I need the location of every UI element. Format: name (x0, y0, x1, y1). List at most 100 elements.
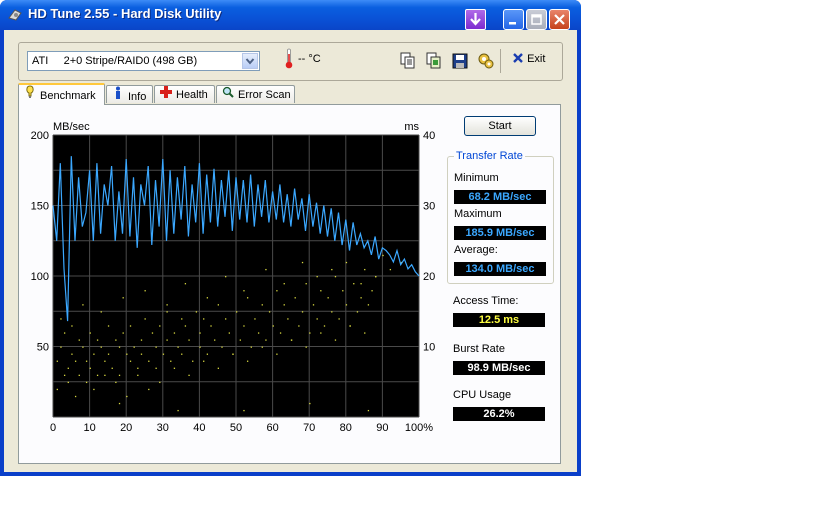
chart-access-point (118, 346, 121, 348)
chart-left-tick-label: 100 (31, 271, 49, 283)
chart-access-point (334, 339, 337, 341)
copy-icon[interactable] (398, 51, 418, 71)
chart-access-point (276, 290, 278, 292)
chart-access-point (89, 367, 91, 369)
chart-access-point (71, 353, 73, 355)
chart-access-point (140, 353, 143, 355)
chart-access-point (265, 268, 267, 271)
copy-all-icon[interactable] (424, 51, 444, 71)
transfer-rate-group: Transfer Rate Minimum 68.2 MB/sec Maximu… (447, 150, 554, 284)
tab-error-scan[interactable]: Error Scan (216, 85, 295, 103)
chart-access-point (166, 311, 168, 313)
close-button[interactable] (549, 9, 570, 30)
chart-access-point (254, 318, 256, 320)
average-label: Average: (454, 244, 498, 256)
chart-access-point (82, 346, 84, 348)
chart-access-point (298, 325, 300, 327)
title-bar[interactable]: HD Tune 2.55 - Hard Disk Utility (0, 0, 581, 30)
chart-access-point (261, 304, 263, 306)
chart-access-point (181, 318, 183, 320)
benchmark-page: MB/sec ms 200 150 100 50 40 30 20 10 0 10 20 30 40 50 60… (18, 104, 561, 464)
chart-access-point (63, 374, 66, 376)
minimum-label: Minimum (454, 172, 499, 184)
chart-access-point (107, 353, 110, 355)
tab-info[interactable]: Info (106, 85, 153, 103)
chart-access-point (320, 290, 322, 292)
chart-access-point (375, 276, 377, 278)
chart-access-point (199, 346, 201, 348)
chart-access-point (140, 339, 143, 341)
options-icon[interactable] (476, 51, 496, 71)
start-button[interactable]: Start (464, 116, 536, 136)
tab-benchmark[interactable]: Benchmark (18, 83, 105, 105)
chart-right-tick-label: 10 (423, 342, 435, 354)
chart-access-point (272, 325, 274, 327)
tab-health[interactable]: Health (154, 85, 215, 103)
maximize-button[interactable] (526, 9, 547, 30)
thermometer-icon (285, 48, 293, 69)
chart-access-point (268, 311, 271, 313)
chart-x-tick-label: 100% (405, 422, 433, 434)
chart-access-point (382, 254, 384, 257)
chart-access-point (225, 318, 227, 320)
chart-access-point (74, 360, 77, 362)
chart-access-point (155, 367, 157, 369)
chart-access-point (85, 360, 88, 362)
client-area: ATI 2+0 Stripe/RAID0 (498 GB) -- °C Exit… (4, 30, 577, 472)
toolbar-panel: ATI 2+0 Stripe/RAID0 (498 GB) -- °C Exit (18, 42, 563, 81)
window-title: HD Tune 2.55 - Hard Disk Utility (28, 6, 222, 21)
cpu-usage-value: 26.2% (453, 407, 545, 421)
chart-access-point (96, 339, 99, 341)
arrow-down-icon (470, 13, 481, 26)
chart-access-point (371, 290, 373, 292)
chart-access-point (173, 367, 176, 369)
chart-access-point (166, 304, 168, 306)
chart-x-tick-label: 10 (83, 422, 95, 434)
chart-access-point (82, 304, 84, 306)
chart-access-point (206, 297, 209, 299)
chart-access-point (60, 318, 62, 320)
chart-access-point (56, 388, 58, 391)
info-icon (111, 86, 125, 106)
benchmark-icon (23, 85, 37, 105)
chart-access-point (316, 276, 318, 278)
chart-access-point (63, 332, 66, 334)
chart-x-tick-label: 20 (120, 422, 132, 434)
chart-access-point (243, 409, 245, 412)
chart-access-point (60, 346, 62, 348)
chart-x-tick-label: 50 (230, 422, 242, 434)
drive-select[interactable]: ATI 2+0 Stripe/RAID0 (498 GB) (27, 51, 260, 71)
chart-x-tick-label: 30 (157, 422, 169, 434)
drive-select-dropdown-button[interactable] (242, 53, 258, 69)
chart-access-point (210, 325, 212, 327)
chart-access-point (261, 346, 263, 348)
toolbar-separator (500, 49, 501, 73)
drive-select-value: ATI 2+0 Stripe/RAID0 (498 GB) (32, 55, 198, 67)
chart-access-point (74, 395, 77, 398)
chart-access-point (122, 332, 124, 334)
app-window: HD Tune 2.55 - Hard Disk Utility ATI 2+0… (0, 0, 581, 476)
exit-button[interactable]: Exit (512, 52, 545, 65)
chart-x-tick-label: 40 (193, 422, 205, 434)
chart-access-point (294, 297, 296, 299)
benchmark-chart: MB/sec ms20015010050403020100 10 20 30 40 50 60… (31, 121, 436, 434)
chart-access-point (155, 346, 157, 348)
minimize-button[interactable] (503, 9, 524, 30)
chart-access-point (104, 374, 106, 376)
chart-access-point (360, 283, 362, 285)
access-time-value: 12.5 ms (453, 313, 545, 327)
chart-access-point (327, 297, 329, 299)
chart-access-point (349, 325, 351, 327)
chart-access-point (232, 353, 234, 355)
chart-access-point (148, 360, 150, 362)
chart-access-point (181, 353, 183, 355)
chart-access-point (239, 339, 241, 341)
chart-access-point (100, 311, 102, 313)
chart-access-point (301, 311, 304, 313)
chart-x-tick-label: 70 (303, 422, 315, 434)
chart-access-point (203, 360, 205, 362)
chart-right-tick-label: 30 (423, 201, 435, 213)
save-icon[interactable] (450, 51, 470, 71)
download-button[interactable] (465, 9, 486, 30)
chart-access-point (115, 339, 117, 341)
